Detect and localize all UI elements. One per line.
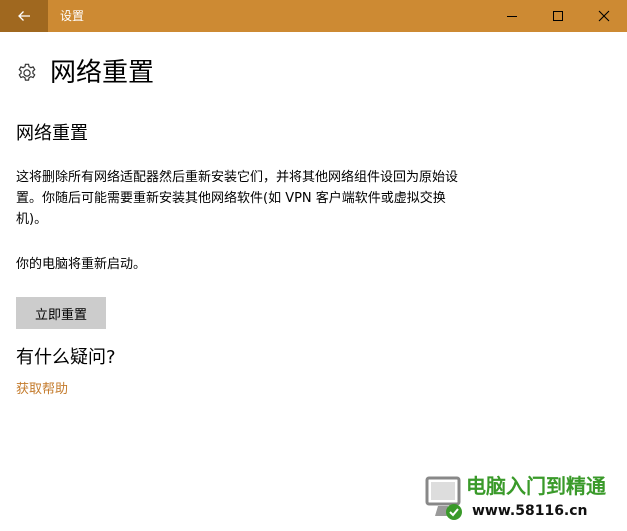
watermark: 电脑入门到精通 www.58116.cn	[424, 472, 624, 528]
page-title: 网络重置	[50, 58, 155, 88]
watermark-url: www.58116.cn	[472, 503, 588, 519]
reset-now-button[interactable]: 立即重置	[16, 297, 106, 329]
back-button[interactable]	[0, 0, 48, 32]
computer-logo-icon	[425, 476, 462, 520]
minimize-button[interactable]	[489, 0, 535, 32]
minimize-icon	[507, 16, 517, 17]
watermark-title: 电脑入门到精通	[466, 474, 606, 498]
get-help-link[interactable]: 获取帮助	[16, 379, 68, 400]
question-heading: 有什么疑问?	[16, 347, 116, 368]
close-button[interactable]	[581, 0, 627, 32]
settings-window: 设置 网络重置 网络重置 这将删除所有网络适配器然后重新安装它们，并将其他网络组…	[0, 0, 627, 531]
maximize-button[interactable]	[535, 0, 581, 32]
close-icon	[598, 10, 610, 22]
page-header: 网络重置	[16, 56, 154, 90]
restart-note: 你的电脑将重新启动。	[16, 257, 147, 272]
window-title: 设置	[60, 9, 85, 23]
window-controls	[489, 0, 627, 32]
arrow-left-icon	[18, 11, 30, 21]
gear-icon	[18, 63, 36, 81]
title-bar: 设置	[0, 0, 627, 32]
section-heading: 网络重置	[16, 123, 88, 144]
maximize-icon	[553, 11, 563, 21]
reset-description: 这将删除所有网络适配器然后重新安装它们，并将其他网络组件设回为原始设置。你随后可…	[16, 170, 459, 227]
